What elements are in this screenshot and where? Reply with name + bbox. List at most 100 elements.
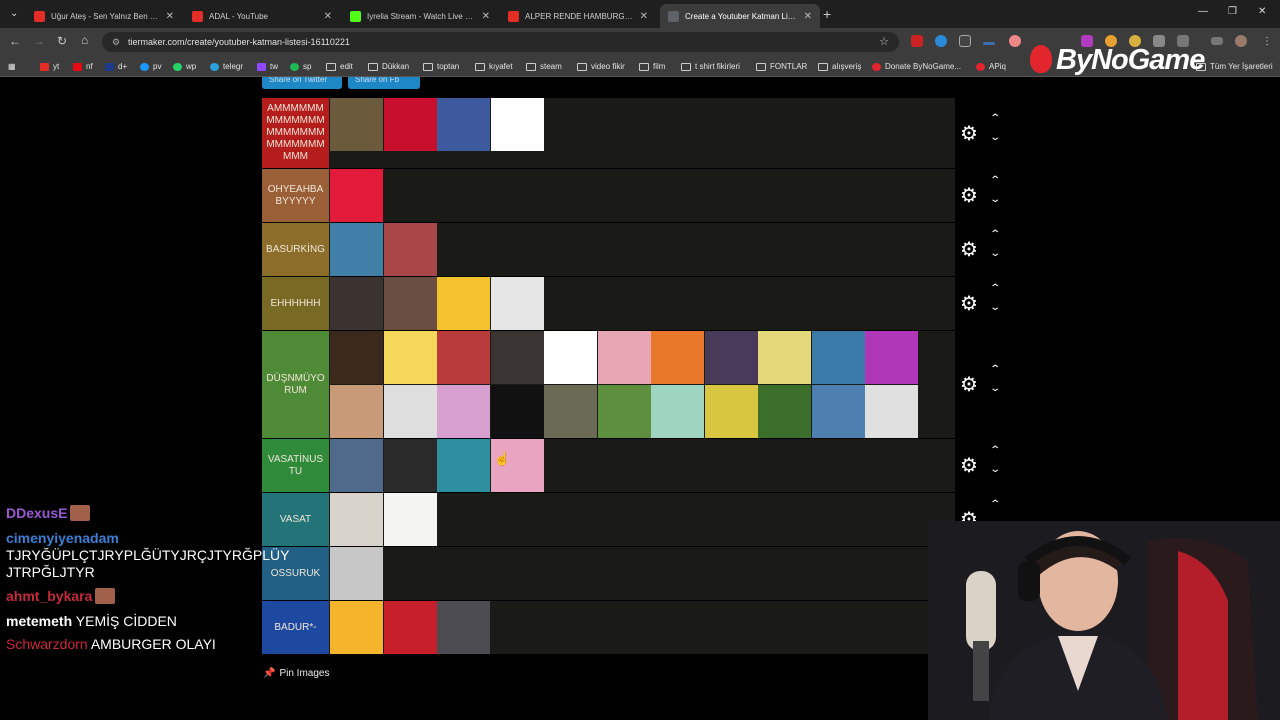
tier-label[interactable]: DÜŞNMÜYORUM (262, 331, 329, 438)
bookmark-12[interactable]: steam (526, 62, 562, 71)
tier-label[interactable]: AMMMMMMMMMMMMMMMMMMMMMMMMMMMMMM (262, 98, 329, 168)
tier-item-image[interactable] (330, 601, 383, 654)
tier-item-image[interactable] (383, 277, 437, 330)
extension-icon[interactable] (959, 35, 971, 47)
tier-item-image[interactable] (651, 385, 704, 438)
share-twitter-button[interactable]: Share on Twitter (262, 77, 342, 89)
window-close-icon[interactable]: ✕ (1258, 6, 1266, 17)
bookmark-15[interactable]: t shirt fikirleri (681, 62, 740, 71)
tier-label[interactable]: EHHHHHH (262, 277, 329, 330)
move-up-icon[interactable]: ⌃ (989, 499, 1001, 510)
minimize-icon[interactable]: — (1198, 6, 1208, 17)
bookmark-11[interactable]: kıyafet (475, 62, 513, 71)
tier-item-image[interactable] (437, 385, 490, 438)
tier-item-image[interactable] (330, 493, 383, 546)
move-down-icon[interactable]: ⌄ (989, 464, 1001, 475)
tier-item-image[interactable] (758, 331, 811, 384)
restore-icon[interactable]: ❐ (1228, 6, 1237, 17)
apps-grid-icon[interactable]: ▦ (8, 62, 16, 71)
close-icon[interactable]: ✕ (166, 11, 174, 22)
tier-item-image[interactable] (490, 385, 544, 438)
close-icon[interactable]: ✕ (482, 11, 490, 22)
media-icon[interactable] (1211, 37, 1223, 45)
gear-icon[interactable]: ⚙ (960, 372, 978, 397)
move-up-icon[interactable]: ⌃ (989, 229, 1001, 240)
tier-item-image[interactable] (811, 331, 865, 384)
address-bar[interactable]: ⚙ tiermaker.com/create/youtuber-katman-l… (102, 32, 899, 52)
back-icon[interactable]: ← (9, 34, 21, 48)
bookmark-16[interactable]: FONTLAR (756, 62, 807, 71)
tier-item-image[interactable] (330, 223, 383, 276)
move-down-icon[interactable]: ⌄ (989, 248, 1001, 259)
bookmark-1[interactable]: nf (73, 62, 93, 71)
tier-item-image[interactable] (330, 385, 383, 438)
gear-icon[interactable]: ⚙ (960, 183, 978, 208)
tab-2[interactable]: Iyrelia Stream - Watch Live on Kick ✕ (342, 4, 498, 28)
gear-icon[interactable]: ⚙ (960, 453, 978, 478)
move-down-icon[interactable]: ⌄ (989, 383, 1001, 394)
move-up-icon[interactable]: ⌃ (989, 113, 1001, 124)
bookmark-2[interactable]: d+ (105, 62, 127, 71)
tier-item-image[interactable] (490, 277, 544, 330)
tier-item-image[interactable] (437, 439, 490, 492)
bookmark-10[interactable]: toptan (423, 62, 459, 71)
home-icon[interactable]: ⌂ (81, 33, 88, 47)
tier-item-image[interactable] (383, 601, 437, 654)
extension-icon[interactable] (983, 42, 995, 45)
tier-item-image[interactable] (437, 331, 490, 384)
tier-item-image[interactable] (437, 601, 490, 654)
tier-item-image[interactable] (383, 331, 437, 384)
extension-icon[interactable] (935, 35, 947, 47)
bookmark-18[interactable]: Donate ByNoGame... (872, 62, 961, 71)
tier-label[interactable]: BADUR*- (262, 601, 329, 654)
tier-item-image[interactable] (865, 331, 918, 384)
move-up-icon[interactable]: ⌃ (989, 283, 1001, 294)
tier-item-image[interactable] (383, 493, 437, 546)
tier-item-image[interactable] (597, 331, 651, 384)
close-icon[interactable]: ✕ (324, 11, 332, 22)
gear-icon[interactable]: ⚙ (960, 121, 978, 146)
close-icon[interactable]: ✕ (804, 11, 812, 22)
tier-item-image[interactable] (865, 385, 918, 438)
extension-icon[interactable] (1009, 35, 1021, 47)
tier-item-image[interactable] (704, 385, 758, 438)
tier-item-image[interactable] (383, 223, 437, 276)
avatar[interactable] (1235, 35, 1247, 47)
gear-icon[interactable]: ⚙ (960, 291, 978, 316)
bookmark-0[interactable]: yt (40, 62, 59, 71)
tier-item-image[interactable] (490, 331, 544, 384)
tier-item-image[interactable] (330, 547, 383, 600)
tier-label[interactable]: BASURKİNG (262, 223, 329, 276)
bookmark-8[interactable]: edit (326, 62, 353, 71)
move-up-icon[interactable]: ⌃ (989, 175, 1001, 186)
bookmark-14[interactable]: film (639, 62, 665, 71)
tier-item-image[interactable] (704, 331, 758, 384)
bookmark-3[interactable]: pv (140, 62, 161, 71)
tier-item-image[interactable] (811, 385, 865, 438)
tier-item-image[interactable] (330, 439, 383, 492)
tier-item-image[interactable] (437, 98, 490, 151)
tier-item-image[interactable] (383, 439, 437, 492)
tier-item-image[interactable] (330, 331, 383, 384)
bookmark-19[interactable]: APiq (976, 62, 1006, 71)
tier-item-image[interactable] (383, 98, 437, 151)
gear-icon[interactable]: ⚙ (960, 237, 978, 262)
move-up-icon[interactable]: ⌃ (989, 445, 1001, 456)
close-icon[interactable]: ✕ (640, 11, 648, 22)
move-down-icon[interactable]: ⌄ (989, 194, 1001, 205)
tier-item-image[interactable] (383, 385, 437, 438)
tab-3[interactable]: ALPER RENDE HAMBURGER OLAYI ✕ (500, 4, 656, 28)
tab-search-icon[interactable]: ⌄ (10, 8, 18, 19)
tier-item-image[interactable] (544, 385, 597, 438)
reload-icon[interactable]: ↻ (57, 34, 67, 48)
bookmark-9[interactable]: Dükkan (368, 62, 409, 71)
bookmark-4[interactable]: wp (173, 62, 196, 71)
tier-item-image[interactable] (544, 331, 597, 384)
tier-item-image[interactable] (490, 98, 544, 151)
tier-item-image[interactable] (330, 277, 383, 330)
menu-icon[interactable]: ⋮ (1262, 36, 1272, 47)
tab-4-active[interactable]: Create a Youtuber Katman Liste ✕ (660, 4, 820, 28)
move-up-icon[interactable]: ⌃ (989, 364, 1001, 375)
bookmark-6[interactable]: tw (257, 62, 278, 71)
new-tab-button[interactable]: + (823, 6, 831, 22)
